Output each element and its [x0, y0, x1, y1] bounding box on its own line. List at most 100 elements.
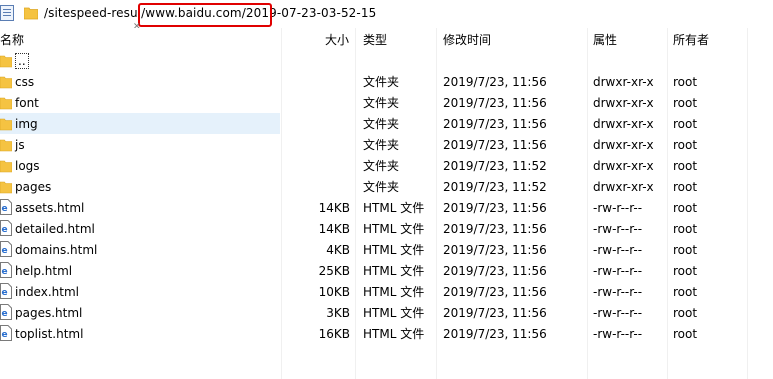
folder-icon [0, 115, 13, 131]
file-type: HTML 文件 [363, 306, 425, 320]
html-file-icon: e [0, 304, 12, 320]
file-type: HTML 文件 [363, 201, 425, 215]
svg-text:e: e [2, 225, 8, 235]
address-bar[interactable]: /sitespeed-resul/www.baidu.com/2019-07-2… [0, 0, 773, 32]
file-modified: 2019/7/23, 11:56 [443, 138, 547, 152]
file-owner: root [673, 180, 698, 194]
svg-text:e: e [2, 267, 8, 277]
html-file-icon: e [0, 220, 12, 236]
svg-text:e: e [2, 330, 8, 340]
file-size: 25KB [318, 264, 350, 278]
file-size: 14KB [318, 201, 350, 215]
svg-text:e: e [2, 204, 8, 214]
html-file-icon: e [0, 262, 12, 278]
file-size: 3KB [326, 306, 350, 320]
column-header-size[interactable]: 大小 [325, 32, 349, 48]
column-header-owner[interactable]: 所有者 [673, 32, 709, 48]
file-name: .. [15, 53, 29, 69]
file-row[interactable]: logs 文件夹 2019/7/23, 11:52 drwxr-xr-x root [0, 155, 773, 176]
file-row[interactable]: e detailed.html 14KB HTML 文件 2019/7/23, 11:5… [0, 218, 773, 239]
file-row[interactable]: e index.html 10KB HTML 文件 2019/7/23, 11:56 -r… [0, 281, 773, 302]
file-row[interactable]: e domains.html 4KB HTML 文件 2019/7/23, 11:56 -… [0, 239, 773, 260]
file-name: pages [15, 180, 52, 194]
file-modified: 2019/7/23, 11:56 [443, 327, 547, 341]
folder-icon [0, 178, 13, 194]
column-header-modified[interactable]: 修改时间 [443, 32, 491, 48]
file-owner: root [673, 96, 698, 110]
file-permissions: -rw-r--r-- [593, 243, 643, 257]
file-row[interactable]: e pages.html 3KB HTML 文件 2019/7/23, 11:56 -rw… [0, 302, 773, 323]
file-size: 4KB [326, 243, 350, 257]
file-row[interactable]: e toplist.html 16KB HTML 文件 2019/7/23, 11:56… [0, 323, 773, 344]
file-name: font [15, 96, 39, 110]
file-permissions: -rw-r--r-- [593, 306, 643, 320]
parent-directory-label: .. [15, 53, 29, 69]
file-type: 文件夹 [363, 180, 400, 194]
file-name: logs [15, 159, 40, 173]
file-permissions: drwxr-xr-x [593, 138, 654, 152]
file-type: 文件夹 [363, 138, 400, 152]
file-permissions: drwxr-xr-x [593, 96, 654, 110]
file-name: assets.html [15, 201, 85, 215]
folder-icon [0, 94, 13, 110]
file-owner: root [673, 264, 698, 278]
html-file-icon: e [0, 325, 12, 341]
file-owner: root [673, 285, 698, 299]
column-header-type[interactable]: 类型 [363, 32, 387, 48]
file-type: 文件夹 [363, 159, 400, 173]
svg-text:e: e [2, 309, 8, 319]
file-name: pages.html [15, 306, 83, 320]
folder-icon [0, 157, 13, 173]
file-row[interactable]: font 文件夹 2019/7/23, 11:56 drwxr-xr-x root [0, 92, 773, 113]
list-view-icon[interactable] [0, 5, 14, 21]
file-modified: 2019/7/23, 11:52 [443, 159, 547, 173]
column-header: 名称 大小 类型 修改时间 属性 所有者 [0, 28, 773, 50]
file-modified: 2019/7/23, 11:56 [443, 285, 547, 299]
file-owner: root [673, 75, 698, 89]
file-list: .. css 文件夹 2019/7/23, 11:56 drwxr-xr-x root fo… [0, 50, 773, 344]
file-modified: 2019/7/23, 11:56 [443, 264, 547, 278]
file-row[interactable]: img 文件夹 2019/7/23, 11:56 drwxr-xr-x root [0, 113, 773, 134]
column-header-name[interactable]: 名称 [0, 32, 24, 48]
file-type: 文件夹 [363, 75, 400, 89]
folder-icon [0, 52, 13, 68]
file-name: toplist.html [15, 327, 84, 341]
file-row[interactable]: css 文件夹 2019/7/23, 11:56 drwxr-xr-x root [0, 71, 773, 92]
file-permissions: -rw-r--r-- [593, 327, 643, 341]
row-selection-highlight [0, 113, 280, 134]
file-permissions: -rw-r--r-- [593, 264, 643, 278]
svg-text:e: e [2, 246, 8, 256]
file-modified: 2019/7/23, 11:56 [443, 96, 547, 110]
parent-directory-row[interactable]: .. [0, 50, 773, 71]
file-name: detailed.html [15, 222, 95, 236]
file-name: help.html [15, 264, 73, 278]
file-row[interactable]: pages 文件夹 2019/7/23, 11:52 drwxr-xr-x root [0, 176, 773, 197]
file-type: HTML 文件 [363, 327, 425, 341]
file-name: index.html [15, 285, 79, 299]
file-size: 10KB [318, 285, 350, 299]
file-modified: 2019/7/23, 11:56 [443, 117, 547, 131]
html-file-icon: e [0, 241, 12, 257]
file-row[interactable]: js 文件夹 2019/7/23, 11:56 drwxr-xr-x root [0, 134, 773, 155]
file-name: js [15, 138, 25, 152]
file-name: css [15, 75, 35, 89]
path-highlight-box [138, 3, 272, 27]
file-owner: root [673, 222, 698, 236]
folder-icon [23, 6, 39, 23]
file-owner: root [673, 201, 698, 215]
path-prefix: /sitespeed-resul [44, 6, 142, 20]
file-permissions: -rw-r--r-- [593, 222, 643, 236]
file-owner: root [673, 306, 698, 320]
file-modified: 2019/7/23, 11:56 [443, 243, 547, 257]
file-permissions: drwxr-xr-x [593, 117, 654, 131]
file-row[interactable]: e assets.html 14KB HTML 文件 2019/7/23, 11:56 -… [0, 197, 773, 218]
file-owner: root [673, 117, 698, 131]
file-row[interactable]: e help.html 25KB HTML 文件 2019/7/23, 11:56 -rw… [0, 260, 773, 281]
file-modified: 2019/7/23, 11:56 [443, 201, 547, 215]
column-header-permissions[interactable]: 属性 [593, 32, 617, 48]
file-size: 14KB [318, 222, 350, 236]
file-permissions: drwxr-xr-x [593, 75, 654, 89]
file-type: HTML 文件 [363, 264, 425, 278]
file-owner: root [673, 327, 698, 341]
html-file-icon: e [0, 283, 12, 299]
